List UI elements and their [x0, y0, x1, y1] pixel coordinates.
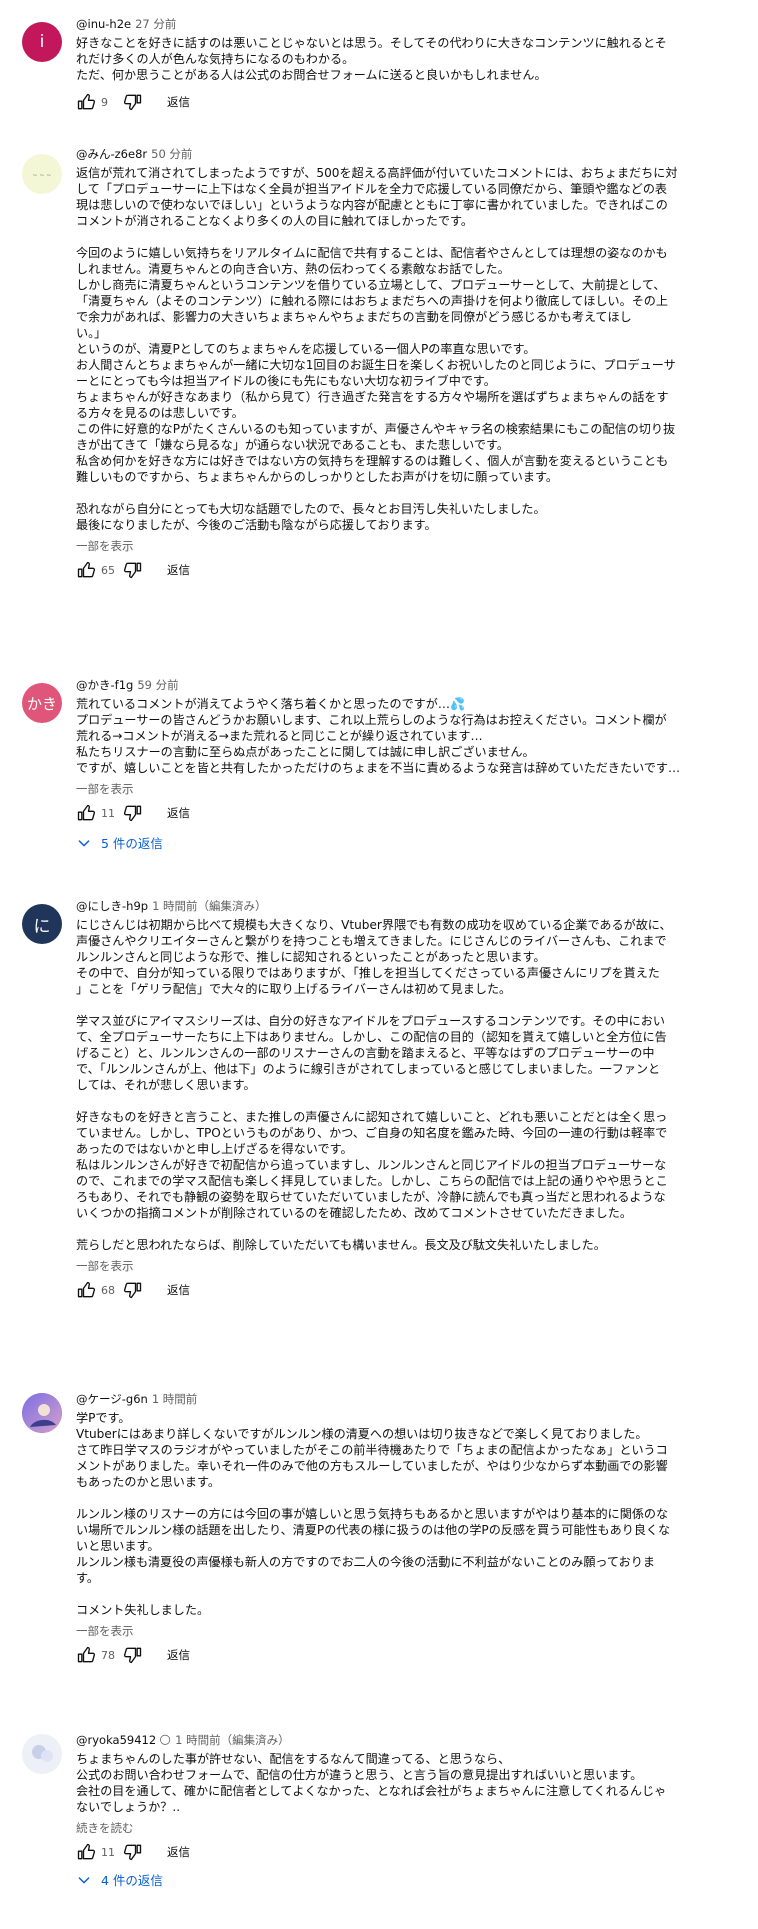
like-count: 11	[101, 806, 115, 820]
dislike-icon[interactable]	[123, 803, 143, 823]
dislike-icon[interactable]	[123, 1645, 143, 1665]
like-icon[interactable]	[76, 1842, 96, 1862]
like-count: 68	[101, 1283, 115, 1297]
comment-time[interactable]: 1 時間前（編集済み）	[175, 1733, 289, 1747]
reply-button[interactable]: 返信	[167, 805, 190, 821]
avatar[interactable]	[22, 1393, 62, 1433]
like-icon[interactable]	[76, 1645, 96, 1665]
avatar[interactable]: i	[22, 22, 62, 62]
comment-badge: 🌕	[159, 1733, 172, 1747]
comment-text: 返信が荒れて消されてしまったようですが、500を超える高評価が付いていたコメント…	[76, 166, 678, 532]
comment-author[interactable]: @みん-z6e8r	[76, 147, 147, 161]
reply-button[interactable]: 返信	[167, 1844, 190, 1860]
comment-author[interactable]: @かき-f1g	[76, 678, 133, 692]
view-replies-button[interactable]: 5 件の返信	[76, 833, 744, 852]
dislike-icon[interactable]	[123, 1280, 143, 1300]
view-replies-button[interactable]: 4 件の返信	[76, 1870, 744, 1889]
reply-button[interactable]: 返信	[167, 1282, 190, 1298]
comment-text: にじさんじは初期から比べて規模も大きくなり、Vtuber界隈でも有数の成功を収め…	[76, 918, 672, 1252]
read-more-button[interactable]: 続きを読む	[76, 1820, 744, 1836]
comment-text: ちょまちゃんのした事が許せない、配信をするなんて間違ってる、と思うなら、 公式の…	[76, 1752, 667, 1814]
like-icon[interactable]	[76, 803, 96, 823]
chevron-down-icon	[78, 1876, 90, 1883]
comment-time[interactable]: 1 時間前（編集済み）	[152, 899, 266, 913]
comment-author[interactable]: @にしき-h9p	[76, 899, 148, 913]
dislike-icon[interactable]	[123, 560, 143, 580]
avatar[interactable]: ~ ~ ~	[22, 154, 62, 194]
comment-time[interactable]: 27 分前	[135, 17, 176, 31]
like-icon[interactable]	[76, 92, 96, 112]
reply-button[interactable]: 返信	[167, 1647, 190, 1663]
show-less-button[interactable]: 一部を表示	[76, 538, 744, 554]
replies-count-label: 5 件の返信	[101, 836, 163, 851]
avatar-image-icon	[22, 1393, 62, 1433]
reply-button[interactable]: 返信	[167, 562, 190, 578]
like-count: 65	[101, 563, 115, 577]
comment-time[interactable]: 1 時間前	[152, 1392, 197, 1406]
avatar[interactable]: に	[22, 904, 62, 944]
comment-author[interactable]: @ryoka59412	[76, 1733, 156, 1747]
show-less-button[interactable]: 一部を表示	[76, 781, 744, 797]
like-count: 11	[101, 1845, 115, 1859]
replies-count-label: 4 件の返信	[101, 1873, 163, 1888]
avatar[interactable]: かき	[22, 683, 62, 723]
avatar-image-icon: ~ ~ ~	[22, 154, 62, 194]
dislike-icon[interactable]	[123, 92, 143, 112]
dislike-icon[interactable]	[123, 1842, 143, 1862]
like-count: 78	[101, 1648, 115, 1662]
svg-text:~ ~ ~: ~ ~ ~	[33, 172, 52, 179]
avatar-image-icon	[22, 1734, 62, 1774]
reply-button[interactable]: 返信	[167, 94, 190, 110]
show-less-button[interactable]: 一部を表示	[76, 1623, 744, 1639]
comment-author[interactable]: @ケージ-g6n	[76, 1392, 148, 1406]
like-icon[interactable]	[76, 560, 96, 580]
show-less-button[interactable]: 一部を表示	[76, 1258, 744, 1274]
comment-time[interactable]: 59 分前	[137, 678, 178, 692]
comment-text: 荒れているコメントが消えてようやく落ち着くかと思ったのですが…💦 プロデューサー…	[76, 697, 681, 775]
avatar[interactable]	[22, 1734, 62, 1774]
like-count: 9	[101, 95, 108, 109]
comment-time[interactable]: 50 分前	[151, 147, 192, 161]
chevron-down-icon	[78, 839, 90, 846]
comment-text: 好きなことを好きに話すのは悪いことじゃないとは思う。そしてその代わりに大きなコン…	[76, 36, 667, 82]
comment-author[interactable]: @inu-h2e	[76, 17, 131, 31]
comment-text: 学Pです。 Vtuberにはあまり詳しくないですがルンルン様の清夏への想いは切り…	[76, 1411, 671, 1617]
like-icon[interactable]	[76, 1280, 96, 1300]
